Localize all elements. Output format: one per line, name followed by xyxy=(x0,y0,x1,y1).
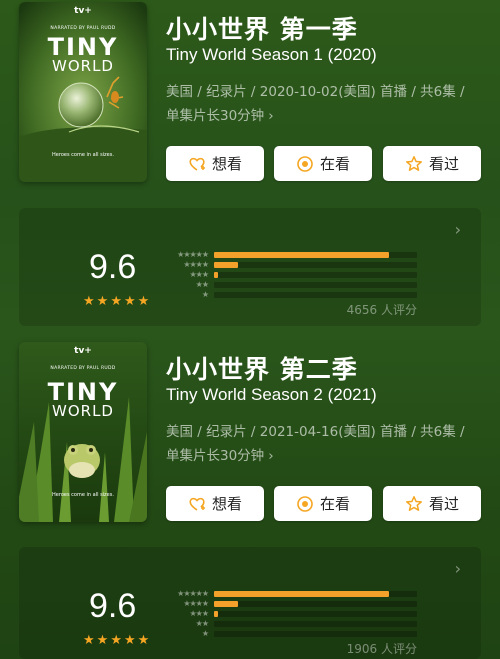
rating-row-3: ★★★ xyxy=(164,609,417,618)
season-2-section: tv+ NARRATED BY PAUL RUDD TINY WORLD Her… xyxy=(0,340,500,659)
rating-row-1: ★ xyxy=(164,290,417,299)
rating-count: 4656 人评分 xyxy=(346,303,417,317)
two-star-icon: ★★ xyxy=(195,619,209,628)
season-meta-line2: 单集片长30分钟 xyxy=(166,448,265,464)
watching-button[interactable]: 在看 xyxy=(274,146,372,181)
season-title-cn[interactable]: 小小世界 第二季 xyxy=(166,350,358,386)
star-icon: ★ xyxy=(123,294,136,309)
star-icon: ★ xyxy=(123,633,136,648)
season-title-en: Tiny World Season 2 (2021) xyxy=(166,385,377,404)
star-icon: ★ xyxy=(137,294,150,309)
season-1-section: tv+ NARRATED BY PAUL RUDD TINY WORLD Her… xyxy=(0,0,500,340)
heart-plus-icon xyxy=(188,155,206,173)
heart-plus-icon xyxy=(188,495,206,513)
rating-bar-4 xyxy=(214,600,239,607)
star-icon: ★ xyxy=(83,294,95,309)
target-circle-icon xyxy=(296,495,314,513)
poster-narrator: NARRATED BY PAUL RUDD xyxy=(50,366,116,371)
watching-button[interactable]: 在看 xyxy=(274,486,372,521)
watching-label: 在看 xyxy=(319,155,350,173)
two-star-icon: ★★ xyxy=(195,280,209,289)
rating-bar-4 xyxy=(214,261,239,268)
rating-row-3: ★★★ xyxy=(164,270,417,279)
chevron-right-icon[interactable]: › xyxy=(455,220,461,239)
three-star-icon: ★★★ xyxy=(189,609,209,618)
poster-title-line2: WORLD xyxy=(52,402,114,420)
poster-title-line2: WORLD xyxy=(52,57,114,75)
star-outline-icon xyxy=(405,495,423,513)
rating-card[interactable]: 9.6 ★ ★ ★ ★ ★ ★★★★★ ★★★★ ★★★ ★★ ★ 1906 人评分 › xyxy=(19,547,481,659)
watched-label: 看过 xyxy=(428,495,459,513)
chevron-right-icon: › xyxy=(268,108,274,124)
rating-bar-3 xyxy=(214,271,219,278)
watched-button[interactable]: 看过 xyxy=(383,486,481,521)
watching-label: 在看 xyxy=(319,495,350,513)
one-star-icon: ★ xyxy=(201,290,209,299)
season-meta-line2-wrap[interactable]: 单集片长30分钟 › xyxy=(166,444,274,468)
poster-title-line1: TINY xyxy=(47,33,119,61)
poster-narrator: NARRATED BY PAUL RUDD xyxy=(50,26,116,31)
rating-row-4: ★★★★ xyxy=(164,599,417,608)
season-1-poster[interactable]: tv+ NARRATED BY PAUL RUDD TINY WORLD Her… xyxy=(19,2,147,182)
five-star-icon: ★★★★★ xyxy=(177,589,209,598)
want-to-watch-button[interactable]: 想看 xyxy=(166,486,264,521)
rating-bar-3 xyxy=(214,610,219,617)
rating-bar-5 xyxy=(214,590,389,597)
rating-row-2: ★★ xyxy=(164,280,417,289)
rating-bar-5 xyxy=(214,251,389,258)
rating-count: 1906 人评分 xyxy=(346,642,417,656)
star-icon: ★ xyxy=(137,633,150,648)
three-star-icon: ★★★ xyxy=(189,270,209,279)
rating-stars: ★ ★ ★ ★ ★ xyxy=(83,295,149,308)
poster-brand: tv+ xyxy=(74,6,92,16)
season-meta-line2-wrap[interactable]: 单集片长30分钟 › xyxy=(166,104,274,128)
season-2-poster[interactable]: tv+ NARRATED BY PAUL RUDD TINY WORLD Her… xyxy=(19,342,147,522)
four-star-icon: ★★★★ xyxy=(183,599,209,608)
watched-button[interactable]: 看过 xyxy=(383,146,481,181)
poster-brand: tv+ xyxy=(74,346,92,356)
chevron-right-icon: › xyxy=(268,448,274,464)
chevron-right-icon[interactable]: › xyxy=(455,559,461,578)
rating-card[interactable]: 9.6 ★ ★ ★ ★ ★ ★★★★★ ★★★★ ★★★ ★★ ★ 4656 人评分 › xyxy=(19,208,481,326)
season-meta-line1: 美国 / 纪录片 / 2021-04-16(美国) 首播 / 共6集 / xyxy=(166,424,465,440)
watched-label: 看过 xyxy=(428,155,459,173)
season-title-cn[interactable]: 小小世界 第一季 xyxy=(166,10,358,46)
five-star-icon: ★★★★★ xyxy=(177,250,209,259)
poster-tagline: Heroes come in all sizes. xyxy=(52,152,114,158)
season-meta-line2: 单集片长30分钟 xyxy=(166,108,265,124)
poster-title-line1: TINY xyxy=(47,378,119,406)
rating-row-2: ★★ xyxy=(164,619,417,628)
poster-tagline: Heroes come in all sizes. xyxy=(52,492,114,498)
rating-stars: ★ ★ ★ ★ ★ xyxy=(83,634,149,647)
rating-row-5: ★★★★★ xyxy=(164,589,417,598)
star-outline-icon xyxy=(405,155,423,173)
rating-row-4: ★★★★ xyxy=(164,260,417,269)
rating-row-5: ★★★★★ xyxy=(164,250,417,259)
season-title-en: Tiny World Season 1 (2020) xyxy=(166,45,377,64)
star-icon: ★ xyxy=(96,633,109,648)
one-star-icon: ★ xyxy=(201,629,209,638)
star-icon: ★ xyxy=(96,294,109,309)
want-to-watch-label: 想看 xyxy=(211,155,242,173)
star-icon: ★ xyxy=(110,633,122,648)
rating-score: 9.6 xyxy=(89,587,137,625)
season-meta-line1: 美国 / 纪录片 / 2020-10-02(美国) 首播 / 共6集 / xyxy=(166,84,465,100)
want-to-watch-button[interactable]: 想看 xyxy=(166,146,264,181)
star-icon: ★ xyxy=(110,294,122,309)
four-star-icon: ★★★★ xyxy=(183,260,209,269)
target-circle-icon xyxy=(296,155,314,173)
rating-row-1: ★ xyxy=(164,629,417,638)
star-icon: ★ xyxy=(83,633,95,648)
want-to-watch-label: 想看 xyxy=(211,495,242,513)
rating-score: 9.6 xyxy=(89,248,137,286)
